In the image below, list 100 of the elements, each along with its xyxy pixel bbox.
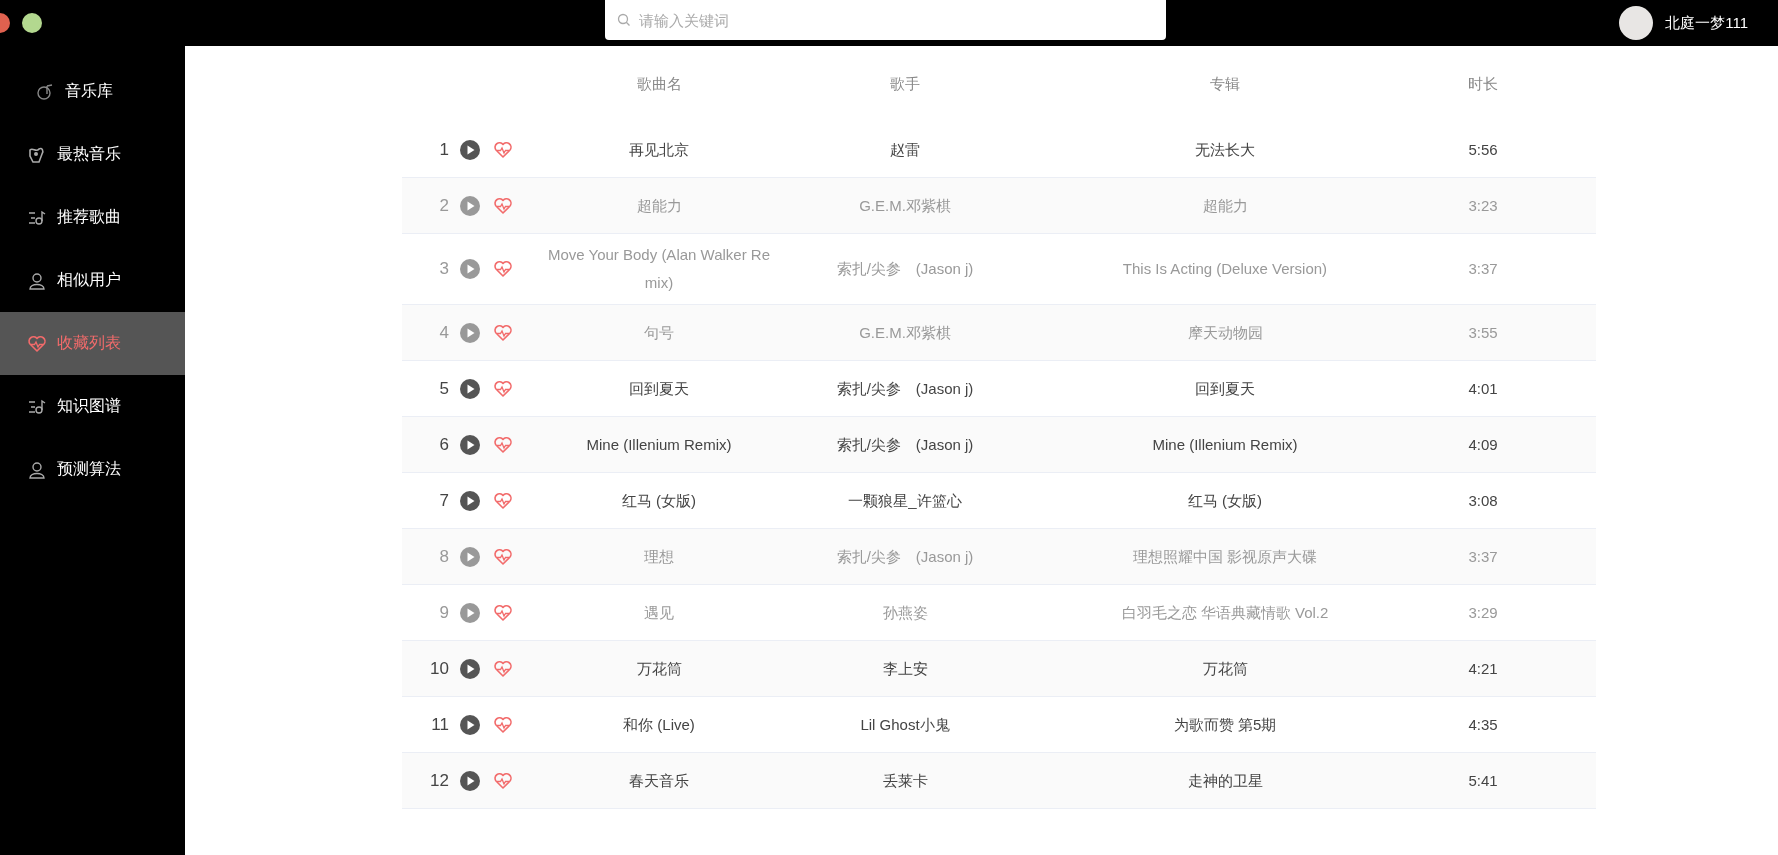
row-number: 11	[431, 713, 449, 736]
heart-icon[interactable]	[493, 714, 513, 735]
duration: 4:35	[1468, 714, 1498, 735]
singer-name: 索扎/尖参 (Jason j)	[836, 546, 974, 567]
heart-icon[interactable]	[493, 259, 513, 279]
album-name: 摩天动物园	[1187, 322, 1263, 343]
search-icon	[617, 13, 631, 27]
song-title: Move Your Body (Alan Walker Remix)	[546, 245, 772, 293]
play-icon[interactable]	[460, 139, 480, 160]
sidebar-item[interactable]: 预测算法	[0, 438, 185, 501]
singer-name: 丢莱卡	[882, 770, 928, 791]
duration: 3:37	[1468, 546, 1498, 567]
column-header: 歌手	[890, 74, 920, 94]
column-header: 歌曲名	[636, 74, 682, 94]
singer-name: Lil Ghost小鬼	[860, 714, 950, 735]
duration: 3:08	[1468, 490, 1498, 511]
album-name: This Is Acting (Deluxe Version)	[1122, 259, 1328, 279]
heart-icon[interactable]	[493, 139, 513, 160]
song-title: 超能力	[636, 195, 682, 216]
row-number: 3	[439, 258, 449, 280]
singer-name: 李上安	[882, 658, 928, 679]
play-icon[interactable]	[460, 770, 480, 791]
window-maximize-dot[interactable]	[22, 13, 42, 33]
heart-icon	[27, 333, 47, 354]
row-number: 7	[439, 489, 449, 512]
song-title: 理想	[644, 546, 674, 567]
album-name: 白羽毛之恋 华语典藏情歌 Vol.2	[1121, 602, 1329, 623]
music-note-icon	[35, 81, 55, 102]
singer-name: G.E.M.邓紫棋	[859, 195, 951, 216]
duration: 4:21	[1468, 658, 1498, 679]
song-title: 遇见	[644, 602, 674, 623]
duration: 5:56	[1468, 139, 1498, 160]
sidebar-item[interactable]: 最热音乐	[0, 123, 185, 186]
table-row[interactable]: 12 春天音乐 丢莱卡 走神的卫星 5:41	[402, 753, 1596, 809]
singer-name: 索扎/尖参 (Jason j)	[836, 434, 974, 455]
singer-name: 孙燕姿	[882, 602, 928, 623]
singer-name: 赵雷	[890, 139, 920, 160]
song-title: 回到夏天	[629, 378, 689, 399]
avatar[interactable]	[1619, 6, 1654, 40]
user-icon	[27, 270, 47, 291]
album-name: 无法长大	[1195, 139, 1255, 160]
heart-icon[interactable]	[493, 546, 513, 567]
sidebar-item[interactable]: 音乐库	[0, 60, 185, 123]
duration: 3:55	[1468, 322, 1498, 343]
play-icon[interactable]	[460, 434, 480, 455]
album-name: 理想照耀中国 影视原声大碟	[1132, 546, 1318, 567]
album-name: 走神的卫星	[1187, 770, 1263, 791]
row-number: 8	[439, 545, 449, 568]
sidebar-item[interactable]: 相似用户	[0, 249, 185, 312]
heart-icon[interactable]	[493, 434, 513, 455]
row-number: 9	[439, 601, 449, 624]
play-icon[interactable]	[460, 490, 480, 511]
song-title: 句号	[644, 322, 674, 343]
song-title: 再见北京	[629, 139, 689, 160]
row-number: 12	[430, 769, 449, 792]
row-number: 10	[430, 657, 449, 680]
heart-icon[interactable]	[493, 378, 513, 399]
row-number: 5	[439, 377, 449, 400]
duration: 3:37	[1468, 259, 1498, 279]
album-name: 万花筒	[1202, 658, 1248, 679]
row-number: 2	[439, 194, 449, 217]
album-name: Mine (Illenium Remix)	[1152, 434, 1298, 455]
duration: 3:23	[1468, 195, 1498, 216]
heart-icon[interactable]	[493, 490, 513, 511]
album-name: 超能力	[1202, 195, 1248, 216]
singer-name: 一颗狼星_许篮心	[848, 490, 962, 511]
song-title: 万花筒	[636, 658, 682, 679]
row-number: 1	[439, 138, 449, 161]
singer-name: 索扎/尖参 (Jason j)	[836, 259, 974, 279]
row-number: 4	[439, 321, 449, 344]
song-title: 春天音乐	[629, 770, 689, 791]
song-title: 红马 (女版)	[621, 490, 697, 511]
heart-icon[interactable]	[493, 195, 513, 216]
user-icon	[27, 459, 47, 480]
heart-icon[interactable]	[493, 602, 513, 623]
user-name: 北庭一梦111	[1665, 13, 1748, 33]
heart-icon[interactable]	[493, 770, 513, 791]
column-header: 时长	[1468, 74, 1498, 94]
duration: 5:41	[1468, 770, 1498, 791]
song-title: Mine (Illenium Remix)	[586, 434, 732, 455]
row-number: 6	[439, 433, 449, 456]
singer-name: G.E.M.邓紫棋	[859, 322, 951, 343]
play-icon[interactable]	[460, 378, 480, 399]
heart-icon[interactable]	[493, 658, 513, 679]
heart-icon[interactable]	[493, 322, 513, 343]
duration: 4:09	[1468, 434, 1498, 455]
play-icon[interactable]	[460, 714, 480, 735]
album-name: 红马 (女版)	[1187, 490, 1263, 511]
duration: 4:01	[1468, 378, 1498, 399]
singer-name: 索扎/尖参 (Jason j)	[836, 378, 974, 399]
table-row[interactable]: 6 Mine (Illenium Remix) 索扎/尖参 (Jason j) Mine (Illenium Remix) 4:09	[402, 417, 1596, 473]
search-field[interactable]: 请输入关键词	[605, 0, 1166, 40]
sidebar-item[interactable]: 推荐歌曲	[0, 186, 185, 249]
table-row[interactable]: 10 万花筒 李上安 万花筒 4:21	[402, 641, 1596, 697]
duration: 3:29	[1468, 602, 1498, 623]
sidebar-item[interactable]: 知识图谱	[0, 375, 185, 438]
column-header: 专辑	[1210, 74, 1240, 94]
album-name: 为歌而赞 第5期	[1173, 714, 1277, 735]
album-name: 回到夏天	[1195, 378, 1255, 399]
play-icon[interactable]	[460, 658, 480, 679]
